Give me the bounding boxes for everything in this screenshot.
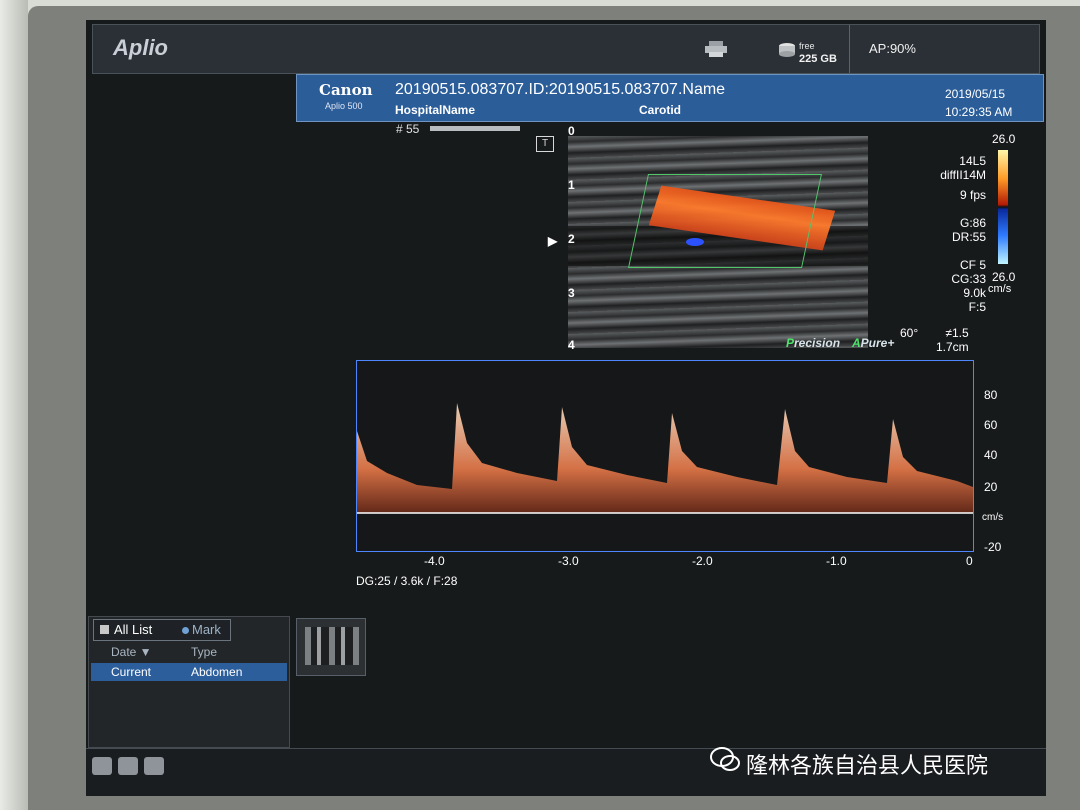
watermark-text: 隆林各族自治县人民医院 [746, 754, 989, 779]
study-id: 20190515.083707.ID:20190515.083707.Name [395, 81, 726, 98]
spectrum-waveform [357, 403, 973, 514]
depth-mark: 2 [568, 232, 575, 246]
y-tick: 40 [984, 448, 998, 462]
brand-logo: Canon [319, 81, 373, 99]
doppler-params: ≠1.5 1.7cm [936, 326, 969, 354]
precision-label: Precision [786, 336, 841, 350]
y-tick: 60 [984, 418, 998, 432]
acoustic-power: AP:90% [869, 41, 916, 56]
depth-mark: 1 [568, 178, 575, 192]
row-type: Abdomen [191, 665, 243, 679]
param [906, 244, 986, 258]
list-item[interactable]: Current Abdomen [91, 663, 287, 681]
x-tick: -4.0 [424, 554, 445, 568]
list-tabs: All List Mark [93, 619, 231, 641]
column-date[interactable]: Date ▼ [111, 645, 152, 659]
depth-mark: 4 [568, 338, 575, 352]
x-tick: 0 [966, 554, 973, 568]
exam-date: 2019/05/15 [945, 87, 1006, 101]
disk-free-value: 225 GB [799, 53, 837, 65]
cine-slider[interactable] [430, 126, 520, 131]
column-type[interactable]: Type [191, 645, 217, 659]
depth-value: 1.7cm [936, 340, 969, 354]
x-tick: -1.0 [826, 554, 847, 568]
image-list-panel: All List Mark Date ▼ Type Current Abdome… [88, 616, 290, 748]
param: 14L5 [959, 154, 986, 168]
list-icon [100, 625, 109, 634]
x-tick: -3.0 [558, 554, 579, 568]
exam-type: Carotid [639, 103, 681, 117]
patient-info-bar: Canon Aplio 500 20190515.083707.ID:20190… [296, 74, 1044, 122]
divider [849, 25, 850, 73]
mark-dot-icon [182, 627, 189, 634]
depth-mark: 3 [568, 286, 575, 300]
monitor-bezel-left [0, 0, 28, 810]
transducer-icon: T [536, 136, 554, 152]
y-tick: -20 [984, 540, 1002, 554]
image-thumbnail[interactable] [296, 618, 366, 676]
depth-mark: 0 [568, 124, 575, 138]
wechat-icon [710, 747, 740, 771]
param: F:5 [968, 300, 986, 314]
steer-angle: 60° [900, 326, 919, 340]
focus-marker-icon: ▶ [548, 234, 558, 248]
param [906, 202, 986, 216]
y-tick: 80 [984, 388, 998, 402]
model-name: Aplio 500 [325, 101, 363, 111]
hospital-name: HospitalName [395, 103, 476, 117]
param: G:86 [959, 216, 986, 230]
frame-number: # 55 [396, 122, 420, 136]
color-bar-max: 26.0 [992, 132, 1016, 146]
exam-time: 10:29:35 AM [945, 105, 1013, 119]
param: 9.0k [963, 286, 986, 300]
camera-icon[interactable] [92, 757, 112, 775]
disk-icon [779, 43, 795, 57]
aplio-logo: Aplio [113, 35, 168, 60]
imaging-params: 14L5 diffII14M 9 fps G:86 DR:55 CF 5 CG:… [906, 154, 986, 314]
ultrasound-screen: Aplio free 225 GB AP:90% Canon Aplio 500… [86, 20, 1046, 796]
row-date: Current [111, 665, 152, 679]
disk-free-label: free [799, 41, 815, 51]
apure-label: APure+ [852, 336, 895, 350]
printer-icon[interactable] [705, 41, 727, 57]
doppler-gain-line: DG:25 / 3.6k / F:28 [356, 574, 458, 588]
video-icon[interactable] [118, 757, 138, 775]
x-tick: -2.0 [692, 554, 713, 568]
color-bar-min: 26.0 [992, 270, 1016, 284]
doppler-spectrum [356, 360, 974, 552]
param: diffII14M [940, 168, 986, 182]
tab-all-list[interactable]: All List [114, 622, 152, 637]
y-tick: 20 [984, 480, 998, 494]
param: CF 5 [959, 258, 986, 272]
thumbnail-image [305, 627, 359, 665]
param: CG:33 [951, 272, 986, 286]
param: DR:55 [951, 230, 986, 244]
color-bar-unit: cm/s [988, 283, 1012, 295]
sample-volume: ≠1.5 [945, 326, 969, 340]
print-icon[interactable] [144, 757, 164, 775]
color-roi-box[interactable] [628, 174, 822, 268]
color-bar [998, 150, 1008, 264]
top-bar: Aplio free 225 GB AP:90% [92, 24, 1040, 74]
tab-mark[interactable]: Mark [192, 622, 221, 637]
param: 9 fps [959, 188, 986, 202]
y-unit: cm/s [982, 512, 1004, 523]
